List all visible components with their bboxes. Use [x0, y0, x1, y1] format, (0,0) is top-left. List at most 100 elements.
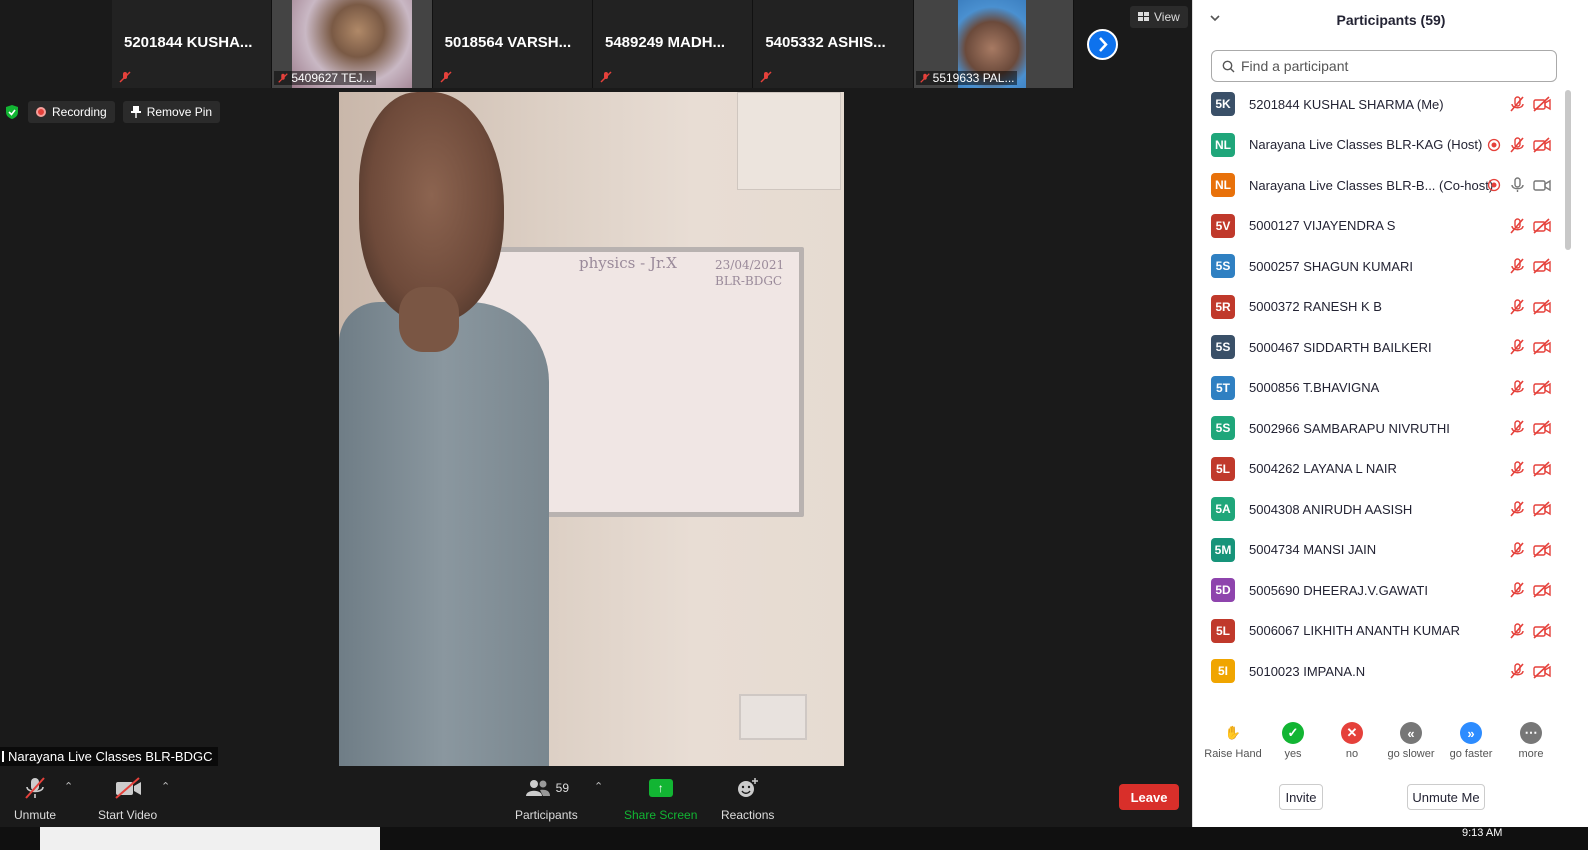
avatar: 5S: [1211, 416, 1235, 441]
recording-indicator[interactable]: Recording: [28, 101, 115, 123]
video-off-icon: [1533, 137, 1551, 153]
audio-options-chevron-icon[interactable]: ⌃: [64, 780, 73, 793]
thumbnail-name: 5489249 MADH...: [604, 34, 726, 51]
share-screen-label: Share Screen: [624, 808, 698, 822]
participant-name: Narayana Live Classes BLR-B... (Co-host): [1249, 177, 1494, 193]
zoom-window: 5201844 KUSHA... 5409627 TEJ... 5018564 …: [0, 0, 1588, 850]
avatar: 5S: [1211, 335, 1235, 360]
participant-row[interactable]: 5V 5000127 VIJAYENDRA S: [1193, 206, 1563, 247]
reactions-label: Reactions: [721, 808, 775, 822]
reaction-go-faster-button[interactable]: » go faster: [1441, 722, 1501, 760]
participant-row[interactable]: 5L 5006067 LIKHITH ANANTH KUMAR: [1193, 611, 1563, 652]
avatar: 5S: [1211, 254, 1235, 279]
mic-muted-icon: [1510, 339, 1524, 355]
participant-status-icons: [1487, 177, 1551, 193]
participant-search[interactable]: [1211, 50, 1557, 82]
speaker-body: [339, 302, 549, 766]
participant-row[interactable]: 5D 5005690 DHEERAJ.V.GAWATI: [1193, 570, 1563, 611]
more-icon: ⋯: [1520, 722, 1542, 744]
participant-row[interactable]: NL Narayana Live Classes BLR-KAG (Host): [1193, 125, 1563, 166]
participant-row[interactable]: 5I 5010023 IMPANA.N: [1193, 651, 1563, 692]
participants-options-chevron-icon[interactable]: ⌃: [594, 780, 603, 793]
participant-row[interactable]: 5L 5004262 LAYANA L NAIR: [1193, 449, 1563, 490]
avatar: 5L: [1211, 456, 1235, 481]
participant-thumbnail[interactable]: 5489249 MADH...: [592, 0, 754, 88]
next-page-button[interactable]: [1087, 29, 1118, 60]
participants-label: Participants: [515, 808, 578, 822]
view-button[interactable]: View: [1130, 6, 1188, 28]
remove-pin-label: Remove Pin: [146, 105, 213, 119]
wall-outlet: [739, 694, 807, 740]
avatar: 5M: [1211, 537, 1235, 562]
reaction-go-slower-button[interactable]: « go slower: [1381, 722, 1441, 760]
mic-muted-icon: [119, 71, 131, 83]
mic-muted-icon: [1510, 137, 1524, 153]
video-options-chevron-icon[interactable]: ⌃: [161, 780, 170, 793]
unmute-label: Unmute: [14, 808, 57, 822]
reaction-no-button[interactable]: ✕ no: [1322, 722, 1382, 760]
thumbnail-strip: 5201844 KUSHA... 5409627 TEJ... 5018564 …: [112, 0, 1074, 88]
participant-name: Narayana Live Classes BLR-KAG (Host): [1249, 137, 1483, 153]
participant-row[interactable]: 5M 5004734 MANSI JAIN: [1193, 530, 1563, 571]
meeting-toolbar: Unmute ⌃ Start Video ⌃ 59 Participants ⌃…: [0, 770, 1192, 827]
leave-button[interactable]: Leave: [1119, 784, 1179, 810]
thumbnail-name: 5201844 KUSHA...: [124, 34, 253, 51]
check-icon: ✓: [1282, 722, 1304, 744]
participant-row[interactable]: 5A 5004308 ANIRUDH AASISH: [1193, 489, 1563, 530]
start-video-button[interactable]: Start Video: [98, 776, 157, 822]
participant-name: 5201844 KUSHAL SHARMA (Me): [1249, 96, 1444, 112]
x-icon: ✕: [1341, 722, 1363, 744]
mic-muted-icon: [600, 71, 612, 83]
speaker-hand: [399, 287, 459, 352]
participant-status-icons: [1509, 582, 1551, 598]
participant-list-scrollbar[interactable]: [1565, 90, 1571, 250]
nonverbal-feedback-row: ✋ Raise Hand ✓ yes ✕ no « go slower » go faster ⋯ m…: [1193, 722, 1588, 772]
participant-row[interactable]: 5K 5201844 KUSHAL SHARMA (Me): [1193, 84, 1563, 125]
mic-muted-icon: [1510, 582, 1524, 598]
participant-name: 5004734 MANSI JAIN: [1249, 542, 1377, 558]
mic-muted-icon: [760, 71, 772, 83]
participant-thumbnail[interactable]: 5409627 TEJ...: [272, 0, 433, 88]
taskbar-search[interactable]: [40, 827, 380, 850]
participant-row[interactable]: NL Narayana Live Classes BLR-B... (Co-hos…: [1193, 165, 1563, 206]
participant-thumbnail[interactable]: 5201844 KUSHA...: [112, 0, 273, 88]
participant-row[interactable]: 5R 5000372 RANESH K B: [1193, 287, 1563, 328]
participant-status-icons: [1509, 218, 1551, 234]
participant-status-icons: [1509, 299, 1551, 315]
status-row: Recording Remove Pin: [4, 101, 221, 123]
participant-thumbnail[interactable]: 5405332 ASHIS...: [753, 0, 914, 88]
unmute-me-button[interactable]: Unmute Me: [1407, 784, 1485, 810]
thumbnail-label: 5519633 PAL...: [915, 71, 1018, 85]
mic-muted-icon: [1510, 663, 1524, 679]
reaction-raise-hand-button[interactable]: ✋ Raise Hand: [1203, 722, 1263, 760]
reactions-button[interactable]: Reactions: [721, 776, 774, 822]
pin-icon: [130, 106, 141, 118]
participant-status-icons: [1509, 380, 1551, 396]
recording-dot-icon: [1487, 138, 1501, 151]
participant-name: 5000372 RANESH K B: [1249, 299, 1382, 315]
participant-row[interactable]: 5S 5000467 SIDDARTH BAILKERI: [1193, 327, 1563, 368]
recording-label: Recording: [52, 105, 107, 119]
remove-pin-button[interactable]: Remove Pin: [122, 101, 221, 123]
participant-name: 5000856 T.BHAVIGNA: [1249, 380, 1380, 396]
invite-button[interactable]: Invite: [1279, 784, 1323, 810]
video-off-icon: [1533, 623, 1551, 639]
pinned-video[interactable]: physics - Jr.X 23/04/2021 BLR-BDGC ent: [339, 92, 844, 766]
participants-button[interactable]: 59 Participants: [515, 776, 578, 822]
reaction-more-button[interactable]: ⋯ more: [1501, 722, 1561, 760]
participant-thumbnail[interactable]: 5519633 PAL...: [913, 0, 1074, 88]
mic-muted-icon: [1510, 258, 1524, 274]
participant-row[interactable]: 5S 5000257 SHAGUN KUMARI: [1193, 246, 1563, 287]
reaction-yes-button[interactable]: ✓ yes: [1263, 722, 1323, 760]
reaction-label: Raise Hand: [1204, 748, 1262, 760]
unmute-button[interactable]: Unmute: [14, 776, 56, 822]
participant-thumbnail[interactable]: 5018564 VARSH...: [432, 0, 593, 88]
participant-row[interactable]: 5T 5000856 T.BHAVIGNA: [1193, 368, 1563, 409]
encryption-shield-icon[interactable]: [4, 104, 20, 120]
participant-row[interactable]: 5S 5002966 SAMBARAPU NIVRUTHI: [1193, 408, 1563, 449]
share-screen-button[interactable]: ↑ Share Screen: [624, 776, 697, 822]
search-input[interactable]: [1241, 58, 1541, 74]
grid-icon: [1138, 12, 1149, 21]
whiteboard-date-line1: 23/04/2021: [715, 258, 785, 272]
participant-name: 5004308 ANIRUDH AASISH: [1249, 501, 1413, 517]
